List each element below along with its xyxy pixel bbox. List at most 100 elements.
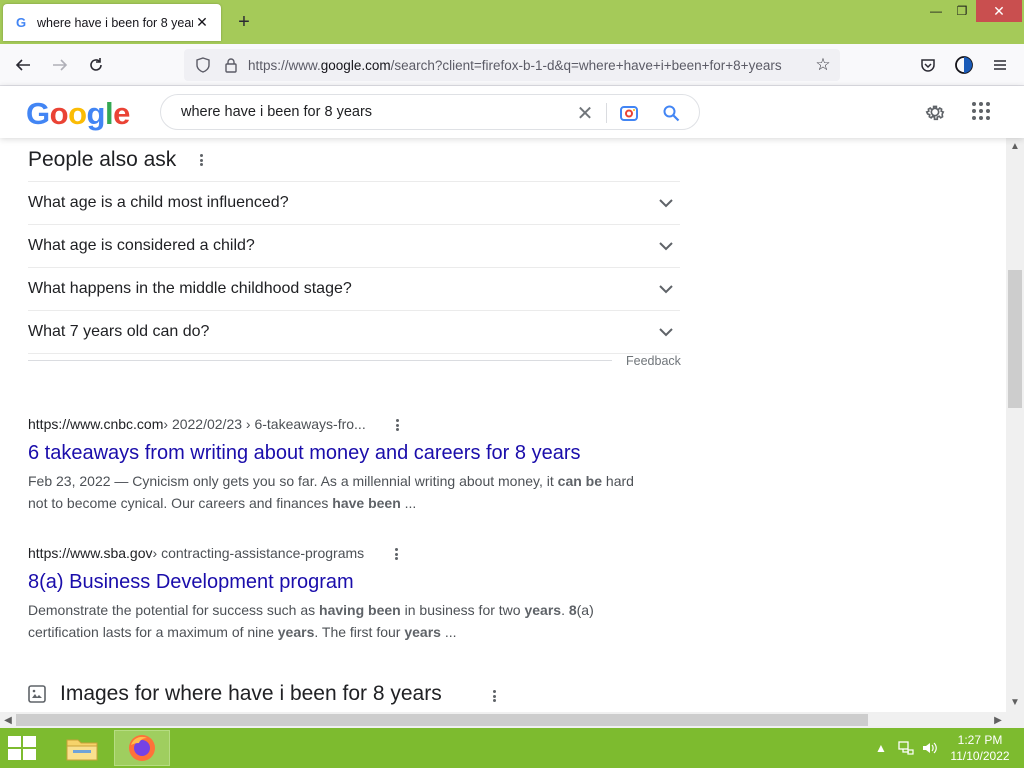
result-snippet: Feb 23, 2022 — Cynicism only gets you so… — [28, 473, 634, 511]
taskbar-file-explorer[interactable] — [54, 730, 110, 766]
clock-time: 1:27 PM — [957, 733, 1003, 747]
window-close-button[interactable]: ✕ — [976, 0, 1022, 22]
result-cite[interactable]: https://www.sba.gov › contracting-assist… — [28, 543, 648, 563]
vertical-scroll-thumb[interactable] — [1008, 270, 1022, 408]
windows-start-icon[interactable] — [8, 736, 38, 760]
logo-letter: e — [113, 96, 130, 131]
lock-icon[interactable] — [220, 54, 242, 76]
paa-question-text: What 7 years old can do? — [28, 323, 210, 340]
forward-arrow-icon — [53, 59, 68, 71]
volume-speaker-icon[interactable] — [920, 736, 940, 760]
search-result: https://www.sba.gov › contracting-assist… — [28, 543, 648, 643]
paa-question-text: What happens in the middle childhood sta… — [28, 280, 352, 297]
url-text: https://www.google.com/search?client=fir… — [248, 58, 812, 73]
logo-letter: o — [49, 96, 69, 131]
search-magnifier-icon[interactable] — [659, 101, 683, 125]
pocket-button[interactable] — [915, 52, 941, 78]
taskbar-firefox[interactable] — [114, 730, 170, 766]
file-explorer-folder-icon — [66, 739, 98, 761]
search-divider — [606, 103, 607, 123]
vertical-scrollbar[interactable]: ▲ ▼ — [1006, 138, 1024, 712]
search-results-content: People also ask What age is a child most… — [0, 138, 1006, 712]
scrollbar-corner — [1006, 712, 1024, 728]
paa-question[interactable]: What age is a child most influenced? — [28, 182, 680, 225]
pocket-icon — [921, 59, 935, 72]
forward-button[interactable] — [47, 52, 73, 78]
url-host: google.com — [320, 57, 391, 73]
logo-letter: l — [104, 96, 114, 131]
result-path: › contracting-assistance-programs — [152, 545, 365, 561]
back-arrow-icon — [15, 59, 30, 71]
google-search-box[interactable]: ✕ — [160, 94, 700, 130]
paa-question[interactable]: What age is considered a child? — [28, 225, 680, 268]
chevron-down-icon[interactable] — [656, 322, 676, 342]
google-apps-grid-icon[interactable] — [970, 100, 992, 122]
images-section-title: Images for where have i been for 8 years — [60, 682, 442, 705]
result-domain: https://www.sba.gov — [28, 545, 153, 561]
bookmark-star-icon[interactable]: ☆ — [812, 54, 834, 76]
search-result: https://www.cnbc.com › 2022/02/23 › 6-ta… — [28, 414, 648, 514]
window-restore-button[interactable]: ❐ — [946, 0, 978, 22]
hamburger-menu-icon — [994, 60, 1006, 70]
google-logo[interactable]: Google — [26, 96, 130, 132]
paa-question-text: What age is a child most influenced? — [28, 194, 289, 211]
logo-letter: o — [68, 96, 87, 131]
tray-overflow-chevron-icon[interactable]: ▲ — [874, 736, 888, 760]
menu-button[interactable] — [987, 52, 1013, 78]
account-circle-icon — [955, 56, 973, 74]
clear-search-icon[interactable]: ✕ — [573, 101, 597, 125]
image-icon — [28, 685, 46, 703]
paa-question[interactable]: What happens in the middle childhood sta… — [28, 268, 680, 311]
paa-more-options-icon[interactable] — [195, 151, 207, 169]
reload-icon — [90, 58, 102, 71]
scroll-right-arrow-icon[interactable]: ▶ — [992, 714, 1004, 726]
scroll-left-arrow-icon[interactable]: ◀ — [2, 714, 14, 726]
account-button[interactable] — [951, 52, 977, 78]
tab-title: where have i been for 8 years - Google S… — [37, 15, 193, 30]
feedback-divider — [28, 360, 612, 361]
result-snippet: Demonstrate the potential for success su… — [28, 602, 594, 640]
paa-question[interactable]: What 7 years old can do? — [28, 311, 680, 354]
result-more-options-icon[interactable] — [390, 545, 402, 563]
tab-close-icon[interactable]: ✕ — [193, 14, 211, 32]
images-section-header[interactable]: Images for where have i been for 8 years — [28, 682, 442, 706]
result-domain: https://www.cnbc.com — [28, 416, 164, 432]
firefox-icon — [129, 735, 155, 761]
browser-tab-active[interactable]: G where have i been for 8 years - Google… — [3, 4, 221, 41]
result-more-options-icon[interactable] — [391, 416, 403, 434]
scroll-up-arrow-icon[interactable]: ▲ — [1009, 140, 1021, 152]
windows-taskbar: ▲ 1:27 PM 11/10/2022 — [0, 728, 1024, 768]
network-icon[interactable] — [896, 736, 916, 760]
result-cite[interactable]: https://www.cnbc.com › 2022/02/23 › 6-ta… — [28, 414, 648, 434]
clock-date: 11/10/2022 — [950, 749, 1010, 763]
google-favicon-icon: G — [15, 15, 27, 30]
google-lens-camera-icon[interactable] — [617, 101, 641, 125]
tracking-protection-shield-icon[interactable] — [192, 54, 214, 76]
taskbar-clock[interactable]: 1:27 PM 11/10/2022 — [940, 732, 1020, 764]
result-path: › 2022/02/23 › 6-takeaways-fro... — [163, 416, 366, 432]
logo-letter: g — [86, 96, 106, 131]
paa-question-text: What age is considered a child? — [28, 237, 255, 254]
chevron-down-icon[interactable] — [656, 279, 676, 299]
people-also-ask-title: People also ask — [28, 148, 177, 171]
url-rest: /search?client=firefox-b-1-d&q=where+hav… — [390, 57, 782, 73]
logo-letter: G — [26, 96, 50, 131]
result-title-link[interactable]: 8(a) Business Development program — [28, 569, 648, 595]
new-tab-button[interactable]: + — [232, 10, 256, 34]
result-title-link[interactable]: 6 takeaways from writing about money and… — [28, 440, 648, 466]
url-prefix: https://www. — [248, 57, 321, 73]
horizontal-scroll-thumb[interactable] — [16, 714, 868, 726]
people-also-ask-list: What age is a child most influenced? Wha… — [28, 181, 680, 354]
images-more-options-icon[interactable] — [488, 687, 500, 705]
chevron-down-icon[interactable] — [656, 236, 676, 256]
search-input[interactable] — [181, 104, 561, 120]
browser-titlebar: G where have i been for 8 years - Google… — [0, 0, 1024, 44]
horizontal-scrollbar[interactable]: ◀ ▶ — [0, 712, 1006, 728]
feedback-link[interactable]: Feedback — [626, 354, 681, 368]
scroll-down-arrow-icon[interactable]: ▼ — [1009, 696, 1021, 708]
chevron-down-icon[interactable] — [656, 193, 676, 213]
reload-button[interactable] — [83, 52, 109, 78]
address-bar[interactable]: https://www.google.com/search?client=fir… — [184, 49, 840, 81]
settings-gear-icon[interactable] — [922, 99, 948, 125]
back-button[interactable] — [10, 52, 36, 78]
